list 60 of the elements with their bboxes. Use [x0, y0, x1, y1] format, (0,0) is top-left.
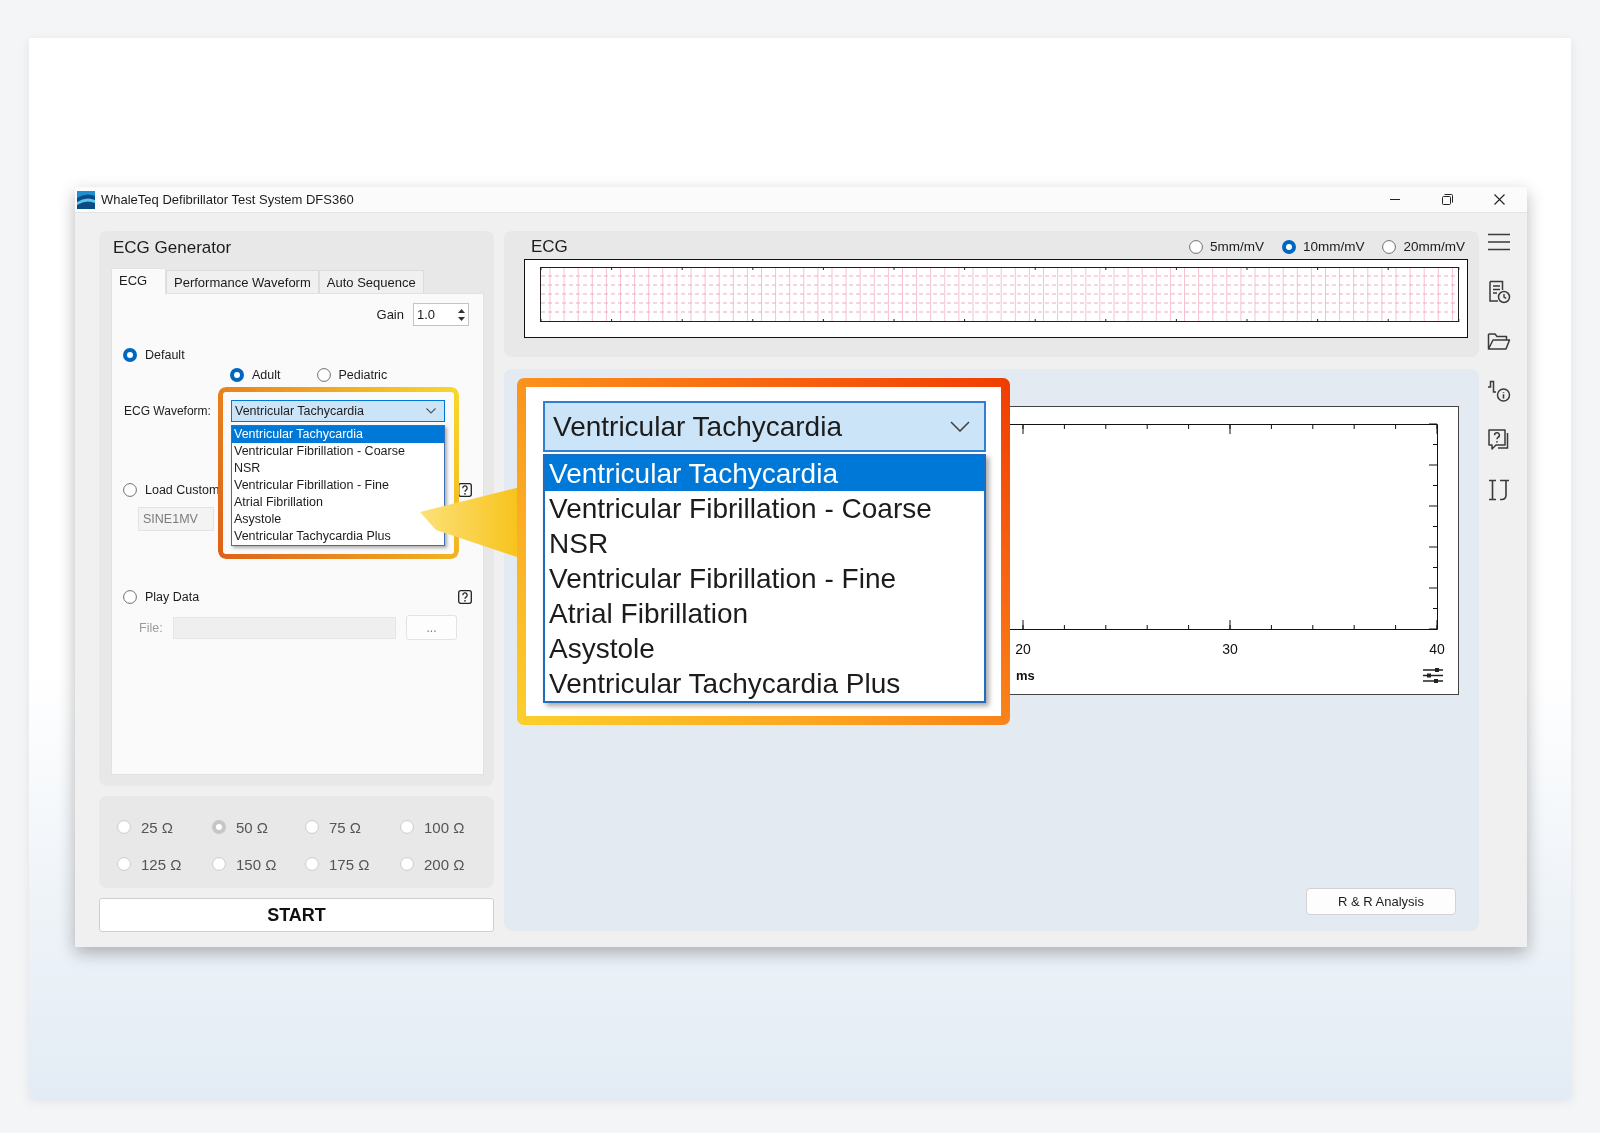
start-button[interactable]: START	[99, 898, 494, 932]
ij-icon[interactable]	[1487, 477, 1511, 502]
waveform-dropdown[interactable]: Ventricular Tachycardia	[543, 401, 986, 452]
help-window-icon[interactable]	[1487, 428, 1511, 452]
waveform-label: ECG Waveform:	[124, 404, 212, 418]
restore-icon[interactable]	[1441, 194, 1453, 205]
dropdown-option[interactable]: Ventricular Tachycardia	[545, 456, 984, 491]
tab[interactable]: Performance Waveform	[166, 270, 319, 293]
radio-option[interactable]: 10mm/mV	[1281, 239, 1365, 254]
radio-icon[interactable]	[1382, 239, 1397, 254]
waveform-info-icon[interactable]	[1487, 378, 1511, 403]
panel-title: ECG Generator	[113, 237, 232, 258]
radio-option[interactable]: Adult	[230, 368, 281, 382]
dropdown-option[interactable]: Ventricular Fibrillation - Coarse	[545, 491, 984, 526]
radio-icon[interactable]	[123, 348, 137, 362]
radio-option[interactable]: Load Custom	[123, 483, 220, 497]
dropdown-option[interactable]: NSR	[545, 526, 984, 561]
spin-up-icon[interactable]	[457, 308, 465, 313]
rr-analysis-button[interactable]: R & R Analysis	[1306, 888, 1456, 915]
radio-option[interactable]: 5mm/mV	[1188, 239, 1264, 254]
app-logo-icon	[77, 190, 95, 209]
radio-option[interactable]: Play Data	[123, 590, 200, 604]
axis-label: ms	[1016, 668, 1035, 683]
radio-icon[interactable]	[230, 368, 244, 382]
file-label: File:	[139, 620, 164, 635]
window-title: WhaleTeq Defibrillator Test System DFS360	[101, 192, 354, 207]
dropdown-option[interactable]: Ventricular Tachycardia Plus	[232, 528, 444, 545]
tab[interactable]: ECG	[111, 268, 166, 294]
tab[interactable]: Auto Sequence	[318, 270, 424, 293]
radio-option[interactable]: 20mm/mV	[1382, 239, 1465, 254]
menu-icon[interactable]	[1487, 233, 1511, 251]
help-icon[interactable]	[458, 483, 472, 497]
help-icon[interactable]	[458, 590, 472, 604]
document-clock-icon[interactable]	[1487, 279, 1511, 304]
radio-icon[interactable]	[1188, 239, 1203, 254]
radio-option[interactable]: Pediatric	[316, 368, 388, 382]
radio-icon[interactable]	[316, 368, 331, 382]
dropdown-option[interactable]: Atrial Fibrillation	[232, 494, 444, 511]
tick-label: 30	[1222, 641, 1238, 657]
tick-label: 40	[1429, 641, 1445, 657]
dropdown-option[interactable]: Ventricular Fibrillation - Fine	[545, 561, 984, 596]
radio-icon[interactable]	[123, 590, 137, 604]
radio-icon[interactable]	[1281, 239, 1296, 254]
radio-icon[interactable]	[123, 483, 137, 497]
dropdown-option[interactable]: NSR	[232, 460, 444, 477]
dropdown-option[interactable]: Asystole	[545, 631, 984, 666]
dropdown-option[interactable]: Ventricular Fibrillation - Coarse	[232, 443, 444, 460]
dropdown-option[interactable]: Ventricular Tachycardia Plus	[545, 666, 984, 701]
gain-label: Gain	[376, 307, 404, 322]
radio-option[interactable]: Default	[123, 348, 185, 362]
spin-down-icon[interactable]	[457, 316, 465, 321]
dropdown-option[interactable]: Atrial Fibrillation	[545, 596, 984, 631]
sliders-icon[interactable]	[1422, 668, 1444, 683]
tick-label: 20	[1015, 641, 1031, 657]
chevron-down-icon	[950, 421, 970, 432]
dropdown-option[interactable]: Ventricular Fibrillation - Fine	[232, 477, 444, 494]
gain-spinbox[interactable]: 1.0	[413, 303, 469, 326]
panel-title: ECG	[531, 236, 568, 257]
dropdown-option[interactable]: Ventricular Tachycardia	[232, 426, 444, 443]
close-icon[interactable]	[1493, 194, 1505, 205]
